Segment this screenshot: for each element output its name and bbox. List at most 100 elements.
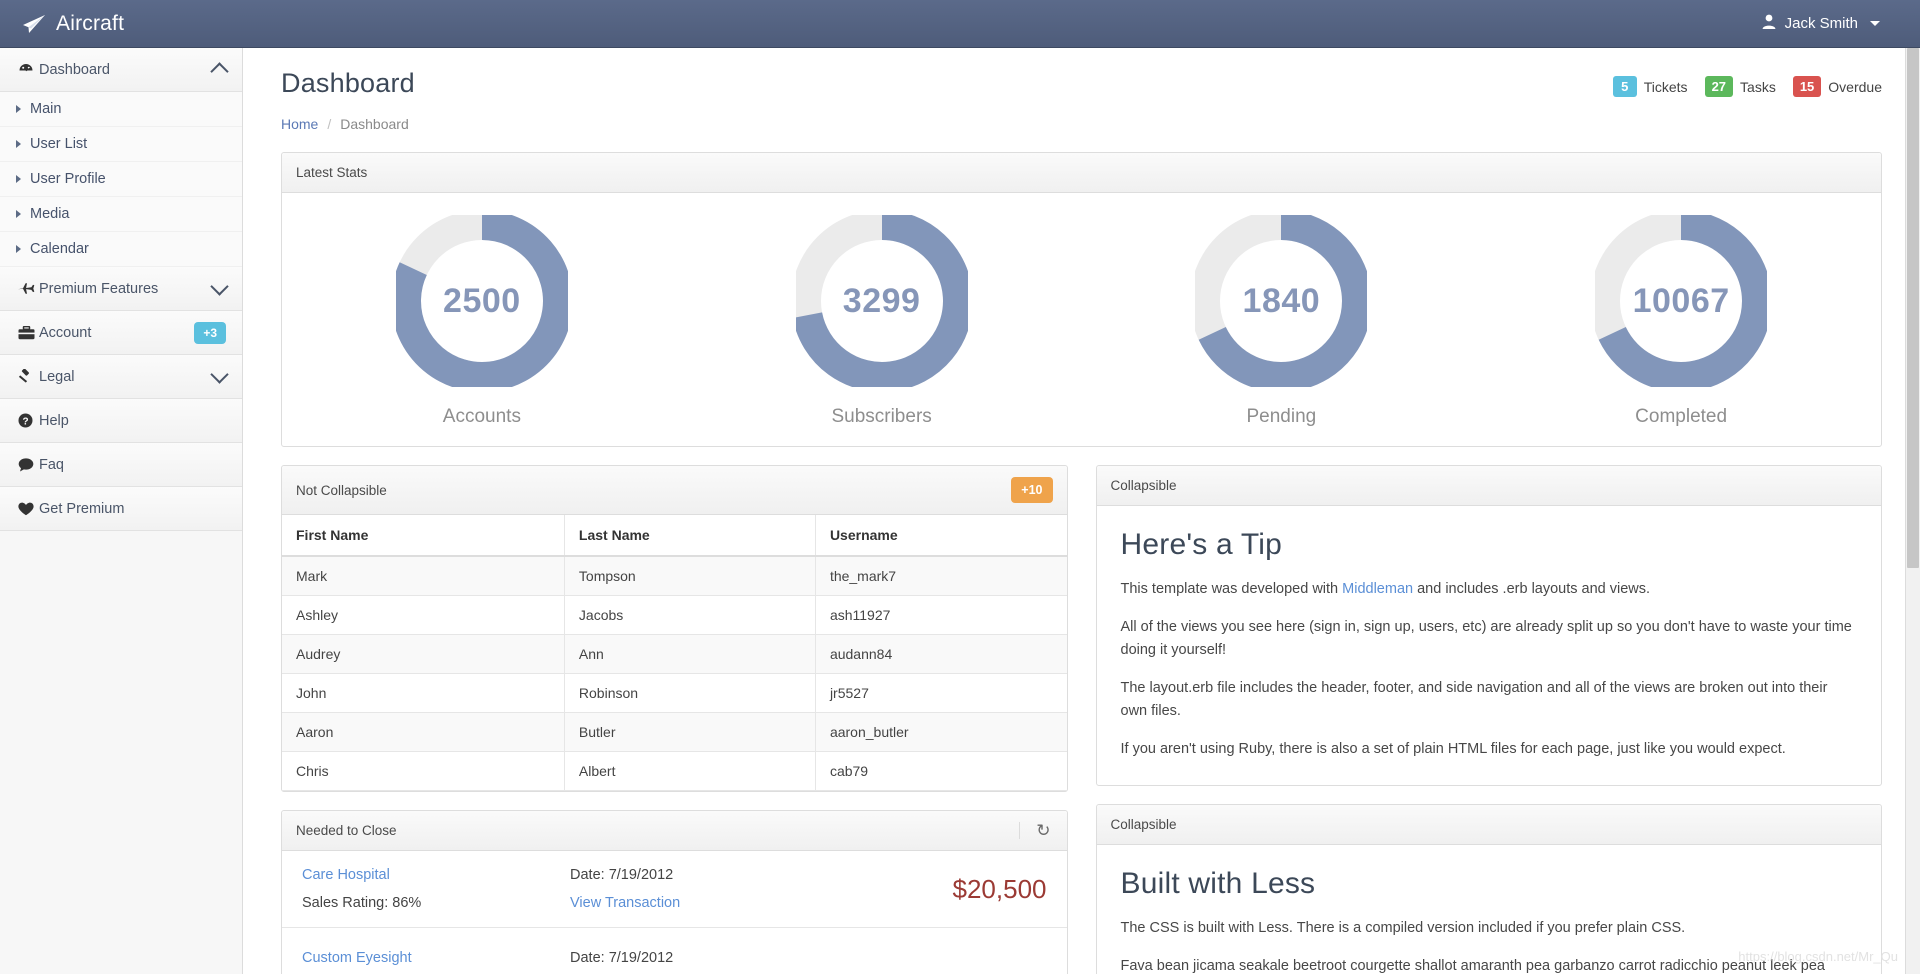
breadcrumb-home-link[interactable]: Home [281, 116, 318, 132]
donut-graphic: 1840 [1190, 210, 1373, 392]
column-header: First Name [282, 515, 565, 557]
sidebar-item-label: Get Premium [39, 500, 125, 517]
needed-to-close-panel-title: Needed to Close [296, 823, 397, 838]
donut-chart-pending: 1840 Pending [1082, 210, 1482, 428]
chevron-down-icon[interactable] [210, 277, 229, 296]
sidebar-item-account[interactable]: Account +3 [0, 311, 242, 355]
heart-icon [18, 502, 39, 516]
briefcase-icon [18, 325, 39, 340]
tip-panel-header[interactable]: Collapsible [1096, 466, 1881, 506]
sidebar-item-media[interactable]: Media [0, 197, 242, 232]
needed-to-close-panel: Needed to Close ↻ Care Hospital Sales Rat… [281, 810, 1068, 974]
table-row: Ashley Jacobs ash11927 [282, 595, 1067, 635]
tip-heading: Here's a Tip [1120, 528, 1283, 561]
comment-icon [18, 457, 39, 472]
tip-panel: Collapsible Here's a Tip This template w… [1095, 465, 1882, 786]
table-cell: aaron_butler [815, 712, 1067, 752]
sidebar-item-help[interactable]: ? Help [0, 399, 242, 443]
sidebar-item-dashboard[interactable]: Dashboard [0, 48, 242, 92]
sidebar-item-get-premium[interactable]: Get Premium [0, 487, 242, 531]
gavel-icon [18, 369, 39, 384]
tickets-count-badge: 5 [1612, 76, 1637, 97]
deal-date: Date: 7/19/2012 [570, 949, 674, 966]
brand-logo[interactable]: Aircraft [22, 12, 124, 36]
less-panel-body: Built with Less The CSS is built with Le… [1097, 845, 1882, 974]
table-header-row: First Name Last Name Username [282, 515, 1067, 557]
table-cell: cab79 [815, 751, 1067, 791]
question-circle-icon: ? [18, 413, 39, 428]
header-stat-tickets[interactable]: 5 Tickets [1612, 76, 1688, 97]
donut-graphic: 10067 [1590, 210, 1773, 392]
needed-to-close-panel-header: Needed to Close ↻ [282, 811, 1067, 851]
caret-right-icon [16, 245, 21, 253]
panel-columns: Not Collapsible +10 First Name Last Name U… [281, 465, 1882, 974]
right-column: Collapsible Here's a Tip This template w… [1095, 465, 1882, 974]
tip-p1-after: and includes .erb layouts and views. [1413, 581, 1651, 597]
donut-center-value: 10067 [1632, 281, 1730, 320]
deal-name-link[interactable]: Care Hospital [302, 867, 390, 883]
sidebar-item-label: Main [30, 101, 62, 117]
donut-label: Subscribers [831, 406, 932, 427]
chevron-down-icon[interactable] [210, 365, 229, 384]
view-transaction-link[interactable]: View Transaction [570, 895, 680, 911]
users-panel-badge: +10 [1011, 477, 1053, 503]
dashboard-gauge-icon [18, 62, 39, 78]
paper-plane-icon [22, 14, 46, 34]
list-item: Custom Eyesight Date: 7/19/2012 [282, 928, 1067, 974]
main-content: Dashboard Home / Dashboard 5 Tickets 27 … [243, 48, 1920, 974]
tip-panel-title: Collapsible [1110, 478, 1177, 493]
sales-rating: Sales Rating: 86% [302, 895, 422, 911]
deal-name-link[interactable]: Custom Eyesight [302, 950, 412, 966]
tip-paragraph-2: All of the views you see here (sign in, … [1120, 619, 1852, 658]
sidebar-item-legal[interactable]: Legal [0, 355, 242, 399]
header-stat-tasks[interactable]: 27 Tasks [1704, 76, 1776, 97]
latest-stats-panel-header: Latest Stats [282, 153, 1881, 193]
table-row: Mark Tompson the_mark7 [282, 556, 1067, 596]
sidebar-item-main[interactable]: Main [0, 92, 242, 127]
donut-chart-row: 2500 Accounts 3299 Subscribers 1840 Pending 10… [282, 193, 1881, 446]
table-cell: jr5527 [815, 673, 1067, 713]
sidebar-item-user-list[interactable]: User List [0, 127, 242, 162]
sidebar-badge-account: +3 [194, 321, 226, 344]
less-paragraph-2: Fava bean jicama seakale beetroot courge… [1120, 958, 1826, 974]
caret-right-icon [16, 210, 21, 218]
sidebar-item-label: User List [30, 136, 88, 152]
middleman-link[interactable]: Middleman [1342, 581, 1413, 597]
table-cell: Aaron [282, 712, 565, 752]
sidebar-item-calendar[interactable]: Calendar [0, 232, 242, 267]
table-cell: Robinson [564, 673, 816, 713]
vertical-scrollbar[interactable] [1905, 48, 1920, 974]
brand-name: Aircraft [56, 11, 125, 35]
user-menu[interactable]: Jack Smith [1762, 14, 1880, 33]
sidebar-item-faq[interactable]: Faq [0, 443, 242, 487]
scrollbar-thumb[interactable] [1907, 48, 1919, 568]
refresh-icon[interactable]: ↻ [1019, 822, 1051, 839]
deal-date: Date: 7/19/2012 [570, 867, 674, 883]
donut-center-value: 1840 [1242, 281, 1321, 320]
table-cell: Mark [282, 556, 565, 596]
content-area: Latest Stats 2500 Accounts 3299 Subscribers… [243, 132, 1920, 974]
table-cell: audann84 [815, 634, 1067, 674]
overdue-count-badge: 15 [1792, 76, 1822, 97]
table-row: Aaron Butler aaron_butler [282, 712, 1067, 752]
table-cell: Ann [564, 634, 816, 674]
chevron-up-icon[interactable] [210, 62, 229, 81]
user-name-label: Jack Smith [1784, 15, 1858, 32]
sidebar-item-user-profile[interactable]: User Profile [0, 162, 242, 197]
tip-paragraph-1: This template was developed with Middlem… [1121, 578, 1858, 600]
sidebar-item-label: Faq [39, 456, 64, 473]
users-table-body: Mark Tompson the_mark7 Ashley Jacobs ash11927… [282, 556, 1067, 791]
sidebar-item-label: Premium Features [39, 280, 159, 297]
sidebar-item-label: User Profile [30, 171, 106, 187]
sidebar-item-label: Help [39, 412, 69, 429]
caret-right-icon [16, 105, 21, 113]
tasks-count-badge: 27 [1704, 76, 1734, 97]
latest-stats-panel-title: Latest Stats [296, 165, 368, 180]
less-panel-header[interactable]: Collapsible [1096, 804, 1881, 845]
left-column: Not Collapsible +10 First Name Last Name U… [281, 465, 1068, 974]
list-item: Care Hospital Sales Rating: 86% Date: 7/19… [282, 851, 1067, 928]
header-stat-overdue[interactable]: 15 Overdue [1792, 76, 1882, 97]
less-panel: Collapsible Built with Less The CSS is b… [1095, 803, 1882, 974]
sidebar-item-premium-features[interactable]: Premium Features [0, 267, 242, 311]
breadcrumb: Home / Dashboard [281, 116, 1882, 132]
